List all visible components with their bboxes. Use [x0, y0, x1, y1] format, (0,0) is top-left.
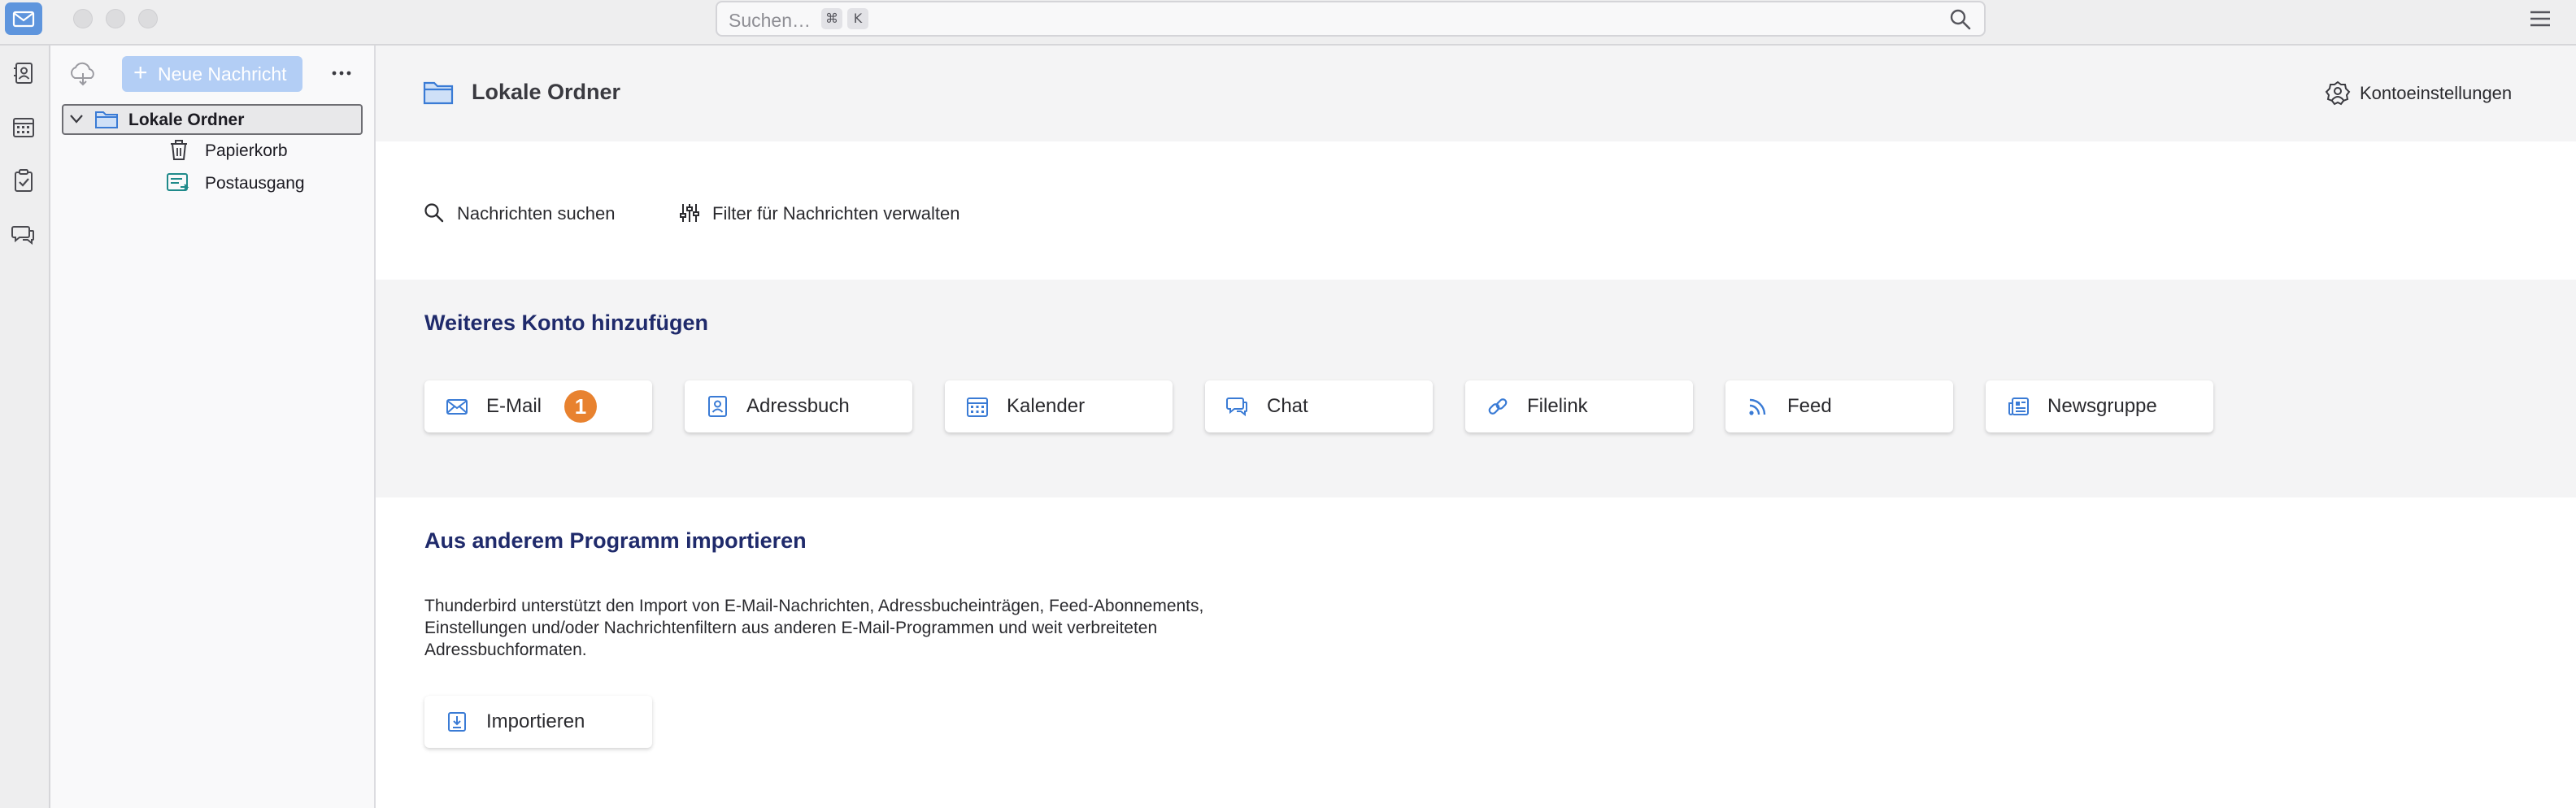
address-book-icon [14, 63, 33, 84]
add-email-button[interactable]: E-Mail 1 [424, 380, 652, 432]
account-settings-label: Kontoeinstellungen [2360, 83, 2513, 103]
link-icon [1488, 398, 1508, 415]
spaces-toolbar [0, 2, 50, 808]
add-calendar-button[interactable]: Kalender [945, 380, 1173, 432]
trash-icon [171, 140, 187, 160]
manage-filters-label: Filter für Nachrichten verwalten [712, 203, 960, 224]
folder-pane: + Neue Nachricht Lokale Ordner Papierkor… [50, 46, 376, 808]
import-description-line: Adressbuchformaten. [424, 641, 587, 659]
new-message-label: Neue Nachricht [158, 63, 287, 85]
onboarding-badge: 1 [564, 390, 597, 423]
add-feed-label: Feed [1787, 395, 1832, 417]
account-central: Lokale Ordner Kontoeinstellungen Nachric… [376, 46, 2576, 808]
window-minimize-button[interactable] [106, 9, 125, 28]
import-label: Importieren [486, 710, 585, 732]
shortcut-k-key: K [847, 8, 868, 29]
space-chat-button[interactable] [5, 218, 42, 250]
new-message-button[interactable]: + Neue Nachricht [122, 56, 302, 92]
space-mail-button[interactable] [5, 2, 42, 35]
calendar-icon [967, 397, 988, 417]
filter-sliders-icon [680, 204, 699, 222]
search-messages-label: Nachrichten suchen [457, 203, 616, 224]
add-chat-button[interactable]: Chat [1205, 380, 1433, 432]
add-calendar-label: Kalender [1007, 395, 1086, 417]
import-heading: Aus anderem Programm importieren [424, 528, 807, 553]
folder-item-trash[interactable]: Papierkorb [62, 137, 363, 167]
mail-icon [446, 399, 468, 415]
plus-icon: + [133, 59, 148, 86]
chat-icon [11, 226, 34, 245]
address-book-icon [708, 396, 727, 417]
search-icon[interactable] [1948, 7, 1973, 32]
add-filelink-button[interactable]: Filelink [1465, 380, 1693, 432]
folder-icon [95, 111, 118, 128]
add-account-heading: Weiteres Konto hinzufügen [424, 311, 708, 335]
search-messages-button[interactable]: Nachrichten suchen [423, 195, 634, 231]
folder-item-label: Postausgang [205, 174, 305, 193]
account-header: Lokale Ordner Kontoeinstellungen [376, 46, 2576, 141]
add-email-label: E-Mail [486, 395, 542, 417]
account-settings-icon [2325, 80, 2351, 106]
tasks-icon [15, 169, 33, 192]
add-filelink-label: Filelink [1527, 395, 1588, 417]
more-options-icon[interactable] [324, 57, 359, 89]
mail-icon [12, 11, 35, 28]
add-chat-label: Chat [1267, 395, 1308, 417]
import-description-line: Thunderbird unterstützt den Import von E… [424, 597, 1204, 615]
newsgroup-icon [2008, 397, 2029, 415]
search-placeholder: Suchen… [729, 10, 812, 31]
window-zoom-button[interactable] [138, 9, 158, 28]
chat-icon [1226, 397, 1247, 417]
manage-filters-button[interactable]: Filter für Nachrichten verwalten [678, 195, 987, 231]
space-tasks-button[interactable] [5, 164, 42, 197]
import-description-line: Einstellungen und/oder Nachrichtenfilter… [424, 619, 1158, 637]
folder-tree-root-label: Lokale Ordner [128, 111, 245, 129]
import-icon [448, 712, 466, 732]
shortcut-cmd-key: ⌘ [821, 8, 842, 29]
add-address-book-label: Adressbuch [746, 395, 850, 417]
add-newsgroup-label: Newsgruppe [2047, 395, 2157, 417]
folder-icon [423, 81, 454, 105]
get-messages-icon[interactable] [65, 59, 101, 88]
page-title: Lokale Ordner [472, 80, 621, 104]
add-address-book-button[interactable]: Adressbuch [685, 380, 912, 432]
outbox-icon [167, 173, 189, 191]
chevron-down-icon[interactable] [67, 109, 86, 128]
title-bar: Suchen… ⌘ K [0, 0, 2576, 46]
import-description: Thunderbird unterstützt den Import von E… [424, 595, 1335, 661]
add-newsgroup-button[interactable]: Newsgruppe [1986, 380, 2213, 432]
folder-item-outbox[interactable]: Postausgang [62, 169, 363, 200]
calendar-icon [13, 118, 34, 137]
space-calendar-button[interactable] [5, 111, 42, 143]
search-icon [424, 203, 444, 223]
rss-feed-icon [1749, 398, 1766, 415]
import-button[interactable]: Importieren [424, 696, 652, 748]
global-search-input[interactable]: Suchen… ⌘ K [716, 1, 1986, 37]
folder-item-label: Papierkorb [205, 141, 288, 160]
space-address-book-button[interactable] [5, 57, 42, 89]
add-feed-button[interactable]: Feed [1725, 380, 1953, 432]
folder-tree-root[interactable]: Lokale Ordner [62, 104, 363, 135]
window-close-button[interactable] [73, 9, 93, 28]
app-menu-icon[interactable] [2527, 8, 2553, 29]
